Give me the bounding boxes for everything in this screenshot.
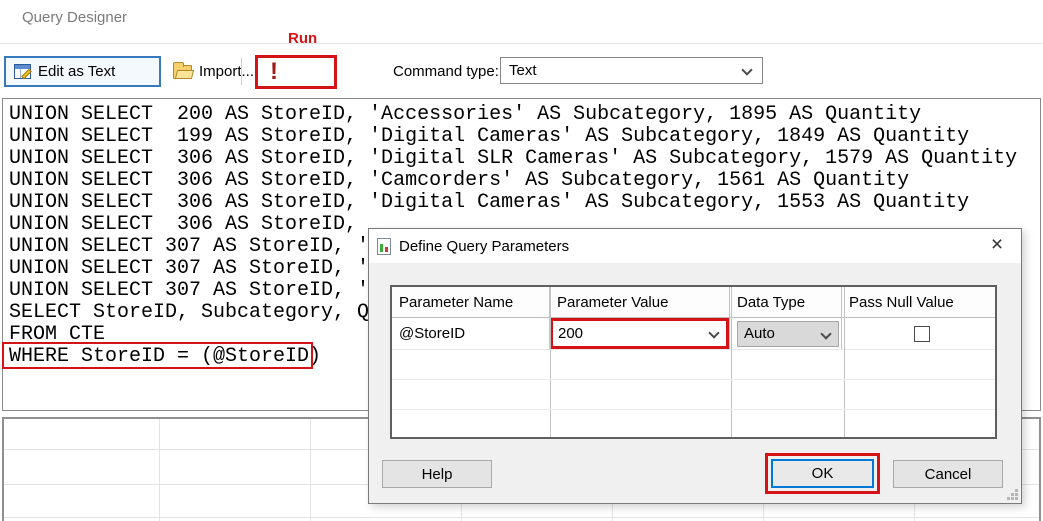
grid-column-line	[310, 419, 311, 521]
toolbar-separator	[241, 58, 242, 85]
column-header-parameter-value: Parameter Value	[550, 287, 730, 317]
table-edit-icon	[14, 64, 31, 79]
parameter-value-combobox[interactable]: 200	[553, 321, 726, 346]
data-type-combobox[interactable]: Auto	[737, 321, 839, 347]
edit-as-text-label: Edit as Text	[38, 63, 115, 80]
parameter-value-text: 200	[558, 325, 583, 342]
edit-as-text-button[interactable]: Edit as Text	[4, 56, 161, 87]
dialog-title: Define Query Parameters	[399, 238, 569, 255]
close-icon: ×	[991, 233, 1003, 257]
data-type-text: Auto	[744, 325, 775, 342]
open-folder-icon	[173, 65, 192, 79]
data-type-cell: Auto	[730, 318, 842, 349]
grid-column-line	[159, 419, 160, 521]
window-title: Query Designer	[22, 9, 127, 26]
grid-row-line	[392, 379, 995, 380]
command-type-label: Command type:	[393, 63, 499, 80]
chevron-down-icon	[820, 328, 831, 339]
sql-line: UNION SELECT 306 AS StoreID, 'Camcorders…	[9, 170, 1040, 192]
run-exclamation-icon[interactable]: !	[270, 60, 278, 84]
sql-line: UNION SELECT 200 AS StoreID, 'Accessorie…	[9, 104, 1040, 126]
column-header-data-type: Data Type	[730, 287, 842, 317]
query-designer-window: Query Designer Edit as Text Import... ! …	[0, 0, 1043, 521]
sql-line: UNION SELECT 306 AS StoreID, 'Digital SL…	[9, 148, 1040, 170]
resize-grip[interactable]	[1007, 489, 1018, 500]
report-parameters-icon	[377, 238, 391, 255]
dialog-titlebar[interactable]: Define Query Parameters ×	[369, 229, 1021, 263]
define-query-parameters-dialog: Define Query Parameters × Parameter Name…	[368, 228, 1022, 504]
cancel-button[interactable]: Cancel	[893, 460, 1003, 488]
chevron-down-icon	[708, 327, 719, 338]
pass-null-checkbox[interactable]	[914, 326, 930, 342]
grid-column-line	[731, 287, 732, 437]
grid-column-line	[550, 287, 551, 437]
column-header-pass-null-value: Pass Null Value	[842, 287, 995, 317]
ok-button-annotation-box: OK	[765, 453, 880, 494]
import-button[interactable]: Import...	[165, 56, 262, 87]
where-clause-annotation-box	[2, 342, 313, 369]
pencil-icon	[21, 69, 32, 80]
grid-column-line	[844, 287, 845, 437]
sql-line: UNION SELECT 199 AS StoreID, 'Digital Ca…	[9, 126, 1040, 148]
grid-row-line	[4, 517, 1039, 518]
grid-row-line	[392, 409, 995, 410]
chevron-down-icon	[741, 64, 752, 75]
run-button-annotation-box[interactable]: !	[255, 55, 337, 89]
command-type-select[interactable]: Text	[500, 57, 763, 84]
help-button[interactable]: Help	[382, 460, 492, 488]
parameters-grid: Parameter Name Parameter Value Data Type…	[390, 285, 997, 439]
parameter-value-cell: 200	[550, 318, 730, 349]
parameters-grid-header: Parameter Name Parameter Value Data Type…	[392, 287, 995, 318]
title-separator	[0, 43, 1043, 44]
parameter-name-cell: @StoreID	[392, 318, 550, 349]
close-button[interactable]: ×	[981, 231, 1013, 259]
command-type-value: Text	[509, 62, 537, 79]
column-header-parameter-name: Parameter Name	[392, 287, 550, 317]
parameter-row: @StoreID 200 Auto	[392, 318, 995, 350]
run-annotation-label: Run	[288, 30, 317, 47]
ok-button[interactable]: OK	[771, 459, 874, 488]
import-label: Import...	[199, 63, 254, 80]
pass-null-cell	[842, 318, 995, 349]
sql-line: UNION SELECT 306 AS StoreID, 'Digital Ca…	[9, 192, 1040, 214]
